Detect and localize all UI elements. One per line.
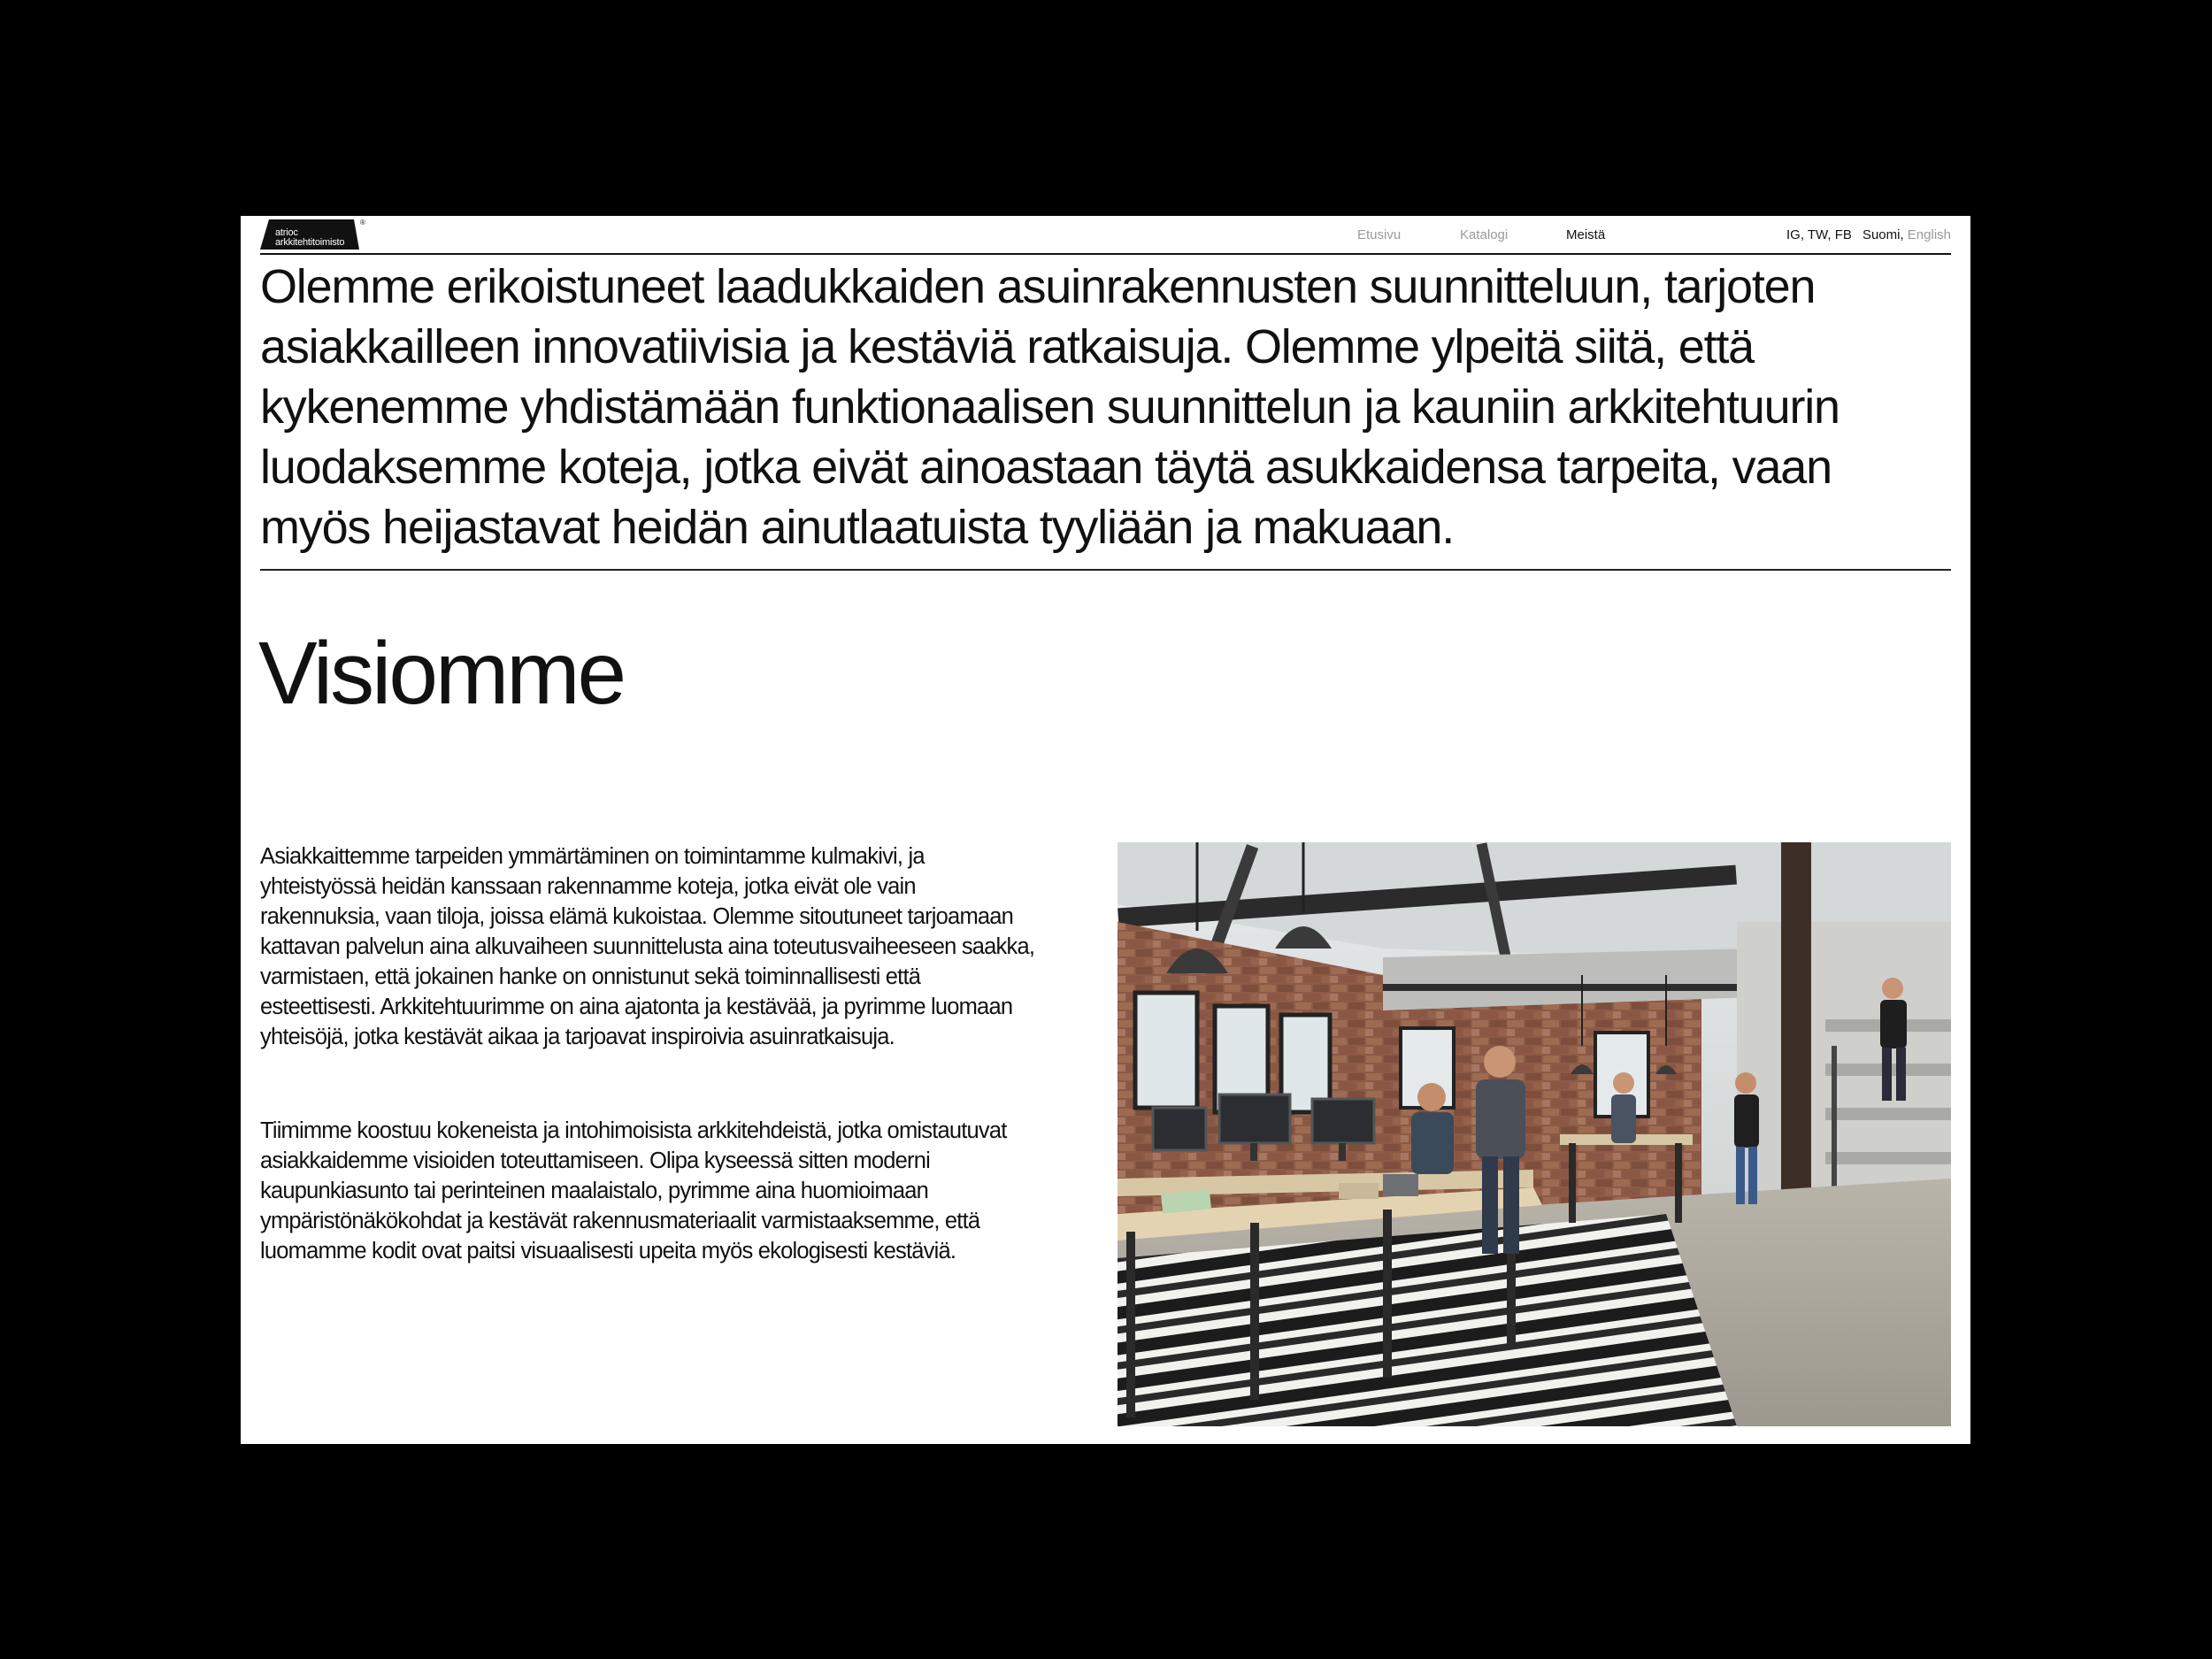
office-photo [1118, 842, 1951, 1426]
vision-paragraph-2: Tiimimme koostuu kokeneista ja intohimoi… [260, 1118, 1007, 1263]
vision-title: Visiomme [258, 624, 626, 723]
language-switcher: Suomi, English [1863, 227, 1951, 242]
logo[interactable]: atrioc arkkitehtitoimisto ® [260, 219, 365, 250]
vision-paragraph-1: Asiakkaittemme tarpeiden ymmärtäminen on… [260, 844, 1035, 1049]
intro-section: Olemme erikoistuneet laadukkaiden asuinr… [260, 255, 1951, 571]
nav-katalogi[interactable]: Katalogi [1460, 227, 1508, 242]
logo-text: atrioc arkkitehtitoimisto [275, 228, 345, 248]
nav-etusivu[interactable]: Etusivu [1357, 227, 1401, 242]
logo-line-2: arkkitehtitoimisto [275, 237, 345, 248]
social-links[interactable]: IG, TW, FB [1786, 227, 1852, 242]
language-suomi[interactable]: Suomi, [1863, 227, 1904, 242]
registered-mark: ® [360, 219, 365, 227]
site-header: atrioc arkkitehtitoimisto ® Etusivu Kata… [260, 216, 1951, 255]
intro-text: Olemme erikoistuneet laadukkaiden asuinr… [260, 260, 1840, 554]
nav-meista[interactable]: Meistä [1566, 227, 1605, 242]
page-card: atrioc arkkitehtitoimisto ® Etusivu Kata… [241, 216, 1970, 1444]
office-photo-illustration [1118, 842, 1951, 1426]
vision-text-column: Asiakkaittemme tarpeiden ymmärtäminen on… [260, 841, 1039, 1266]
language-english[interactable]: English [1908, 227, 1951, 242]
